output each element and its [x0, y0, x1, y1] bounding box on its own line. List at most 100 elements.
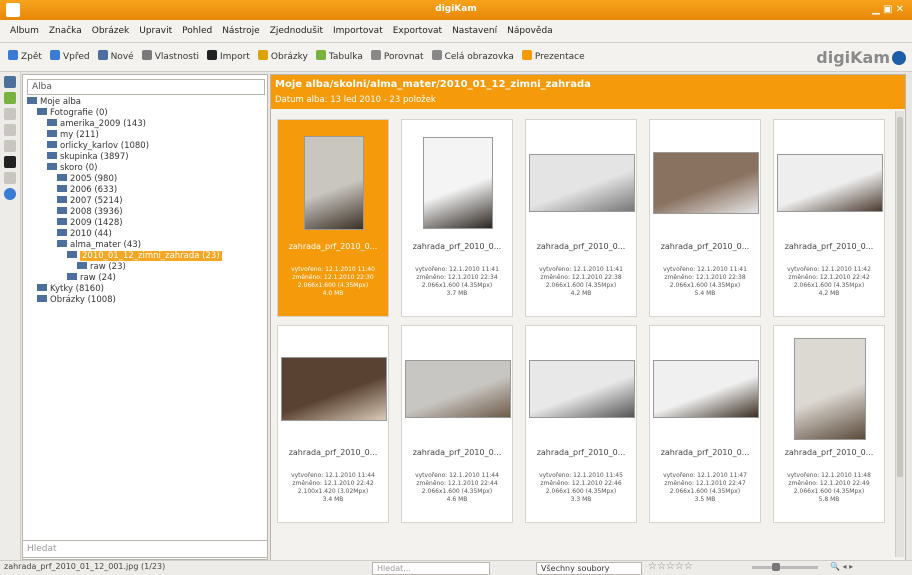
window-controls[interactable]: ▁ ▣ ✕ [872, 4, 904, 15]
thumbnail-metadata-line: 2.066x1.600 (4.35Mpx) [545, 282, 617, 289]
photo-thumbnail[interactable] [304, 136, 364, 230]
back-arrow-icon [8, 50, 18, 60]
thumbnail-tile[interactable]: zahrada_prf_2010_0... vytvořeno: 12.1.201… [773, 119, 885, 317]
thumbnail-tile[interactable]: zahrada_prf_2010_0... vytvořeno: 12.1.201… [401, 325, 513, 523]
album-tree-item[interactable]: Moje alba [27, 97, 263, 108]
toolbar-button[interactable]: Obrázky [257, 43, 308, 71]
toolbar-button-label: Tabulka [328, 52, 363, 62]
album-tree-item[interactable]: Kytky (8160) [27, 284, 263, 295]
zoom-slider[interactable] [752, 563, 818, 571]
thumbnail-filename: zahrada_prf_2010_0... [784, 448, 874, 457]
toolbar-button[interactable]: Nové [97, 43, 134, 71]
menu-item[interactable]: Nápověda [507, 20, 553, 42]
album-tree-item[interactable]: 2008 (3936) [27, 207, 263, 218]
album-tree-item[interactable]: 2009 (1428) [27, 218, 263, 229]
menu-item[interactable]: Importovat [333, 20, 383, 42]
thumbnail-tile[interactable]: zahrada_prf_2010_0... vytvořeno: 12.1.201… [649, 119, 761, 317]
album-tree-item[interactable]: orlicky_karlov (1080) [27, 141, 263, 152]
albums-tab-icon[interactable] [4, 76, 16, 88]
thumbnail-tile[interactable]: zahrada_prf_2010_0... vytvořeno: 12.1.201… [649, 325, 761, 523]
menu-item[interactable]: Zjednodušit [270, 20, 323, 42]
zoom-icons[interactable]: 🔍 ◂ ▸ [830, 562, 853, 571]
album-tree-item[interactable]: amerika_2009 (143) [27, 119, 263, 130]
thumbnail-metadata-line: 2.066x1.600 (4.35Mpx) [421, 282, 493, 289]
map-search-tab-icon[interactable] [4, 172, 16, 184]
thumbnail-tile[interactable]: zahrada_prf_2010_0... vytvořeno: 12.1.201… [525, 325, 637, 523]
thumbnail-metadata-line: vytvořeno: 12.1.2010 11:42 [787, 266, 871, 273]
menu-item[interactable]: Upravit [139, 20, 172, 42]
album-tree-item[interactable]: 2010 (44) [27, 229, 263, 240]
album-tree-item[interactable]: Obrázky (1008) [27, 295, 263, 306]
thumbnail-tile[interactable]: zahrada_prf_2010_0... vytvořeno: 12.1.201… [773, 325, 885, 523]
photo-thumbnail[interactable] [653, 152, 759, 214]
photo-thumbnail[interactable] [423, 137, 493, 229]
dates-tab-icon[interactable] [4, 108, 16, 120]
album-tree-item-label: 2007 (5214) [70, 196, 123, 206]
menu-item[interactable]: Obrázek [92, 20, 130, 42]
toolbar-button[interactable]: Porovnat [370, 43, 424, 71]
thumbnail-tile[interactable]: zahrada_prf_2010_0... vytvořeno: 12.1.201… [277, 119, 389, 317]
toolbar-button[interactable]: Import [207, 43, 250, 71]
album-tree-search[interactable]: Alba [27, 79, 265, 95]
people-tab-icon[interactable] [4, 188, 16, 200]
album-tree-item-label: alma_mater (43) [70, 240, 142, 250]
album-tree-item[interactable]: alma_mater (43) [27, 240, 263, 251]
album-tree-item[interactable]: skupinka (3897) [27, 152, 263, 163]
toolbar-button[interactable]: Vpřed [49, 43, 90, 71]
thumbnail-tile[interactable]: zahrada_prf_2010_0... vytvořeno: 12.1.201… [401, 119, 513, 317]
album-tree-item[interactable]: 2010_01_12_zimni_zahrada (23) [27, 251, 263, 262]
toolbar-button[interactable]: Celá obrazovka [431, 43, 514, 71]
folder-icon [57, 229, 67, 236]
album-tree-item-label: 2008 (3936) [70, 207, 123, 217]
thumbnail-metadata-line: 3.5 MB [694, 496, 716, 503]
thumbnail-filename: zahrada_prf_2010_0... [784, 242, 874, 251]
menu-item[interactable]: Pohled [182, 20, 212, 42]
fuzzy-search-tab-icon[interactable] [4, 156, 16, 168]
photo-thumbnail[interactable] [529, 360, 635, 418]
album-tree-item[interactable]: skoro (0) [27, 163, 263, 174]
thumbnail-tile[interactable]: zahrada_prf_2010_0... vytvořeno: 12.1.201… [525, 119, 637, 317]
album-tree-item[interactable]: my (211) [27, 130, 263, 141]
photo-thumbnail[interactable] [794, 338, 866, 440]
photo-thumbnail[interactable] [405, 360, 511, 418]
search-tab-icon[interactable] [4, 140, 16, 152]
rating-filter-stars[interactable]: ☆☆☆☆☆ [648, 561, 693, 572]
thumbnail-metadata-line: 4.2 MB [818, 290, 840, 297]
album-tree-item[interactable]: Fotografie (0) [27, 108, 263, 119]
menu-item[interactable]: Značka [49, 20, 82, 42]
toolbar-button[interactable]: Zpět [8, 43, 42, 71]
zoom-slider-handle[interactable] [772, 563, 780, 571]
toolbar-button[interactable]: Prezentace [521, 43, 585, 71]
menu-item[interactable]: Nastavení [452, 20, 497, 42]
photo-thumbnail[interactable] [653, 360, 759, 418]
import-icon [207, 50, 218, 60]
thumbnail-tile[interactable]: zahrada_prf_2010_0... vytvořeno: 12.1.201… [277, 325, 389, 523]
toolbar-button[interactable]: Vlastnosti [141, 43, 199, 71]
vertical-scrollbar[interactable] [895, 111, 904, 557]
status-bar: zahrada_prf_2010_01_12_001.jpg (1/23) Hl… [0, 560, 912, 575]
file-type-filter-select[interactable]: Všechny soubory [536, 562, 642, 575]
timeline-tab-icon[interactable] [4, 124, 16, 136]
album-tree-item[interactable]: raw (24) [27, 273, 263, 284]
menu-item[interactable]: Album [10, 20, 39, 42]
album-tree-item[interactable]: 2007 (5214) [27, 196, 263, 207]
photo-thumbnail[interactable] [777, 154, 883, 212]
toolbar-button[interactable]: Tabulka [315, 43, 363, 71]
tags-tab-icon[interactable] [4, 92, 16, 104]
title-bar: digiKam ▁ ▣ ✕ [0, 0, 912, 20]
album-tree-item[interactable]: 2006 (633) [27, 185, 263, 196]
thumbnail-metadata-line: vytvořeno: 12.1.2010 11:40 [291, 266, 375, 273]
scrollbar-thumb[interactable] [897, 117, 903, 477]
album-tree-item[interactable]: raw (23) [27, 262, 263, 273]
status-search-field[interactable]: Hledat... [372, 562, 490, 575]
toolbar-button-label: Nové [110, 52, 134, 62]
folder-icon [47, 119, 57, 126]
album-tree-item-label: my (211) [60, 130, 99, 140]
menu-item[interactable]: Nástroje [222, 20, 260, 42]
photo-thumbnail[interactable] [281, 357, 387, 421]
photo-thumbnail[interactable] [529, 154, 635, 212]
album-filter-input[interactable]: Hledat [22, 540, 268, 558]
album-tree-item[interactable]: 2005 (980) [27, 174, 263, 185]
thumbnail-metadata-line: vytvořeno: 12.1.2010 11:44 [415, 472, 499, 479]
menu-item[interactable]: Exportovat [393, 20, 442, 42]
